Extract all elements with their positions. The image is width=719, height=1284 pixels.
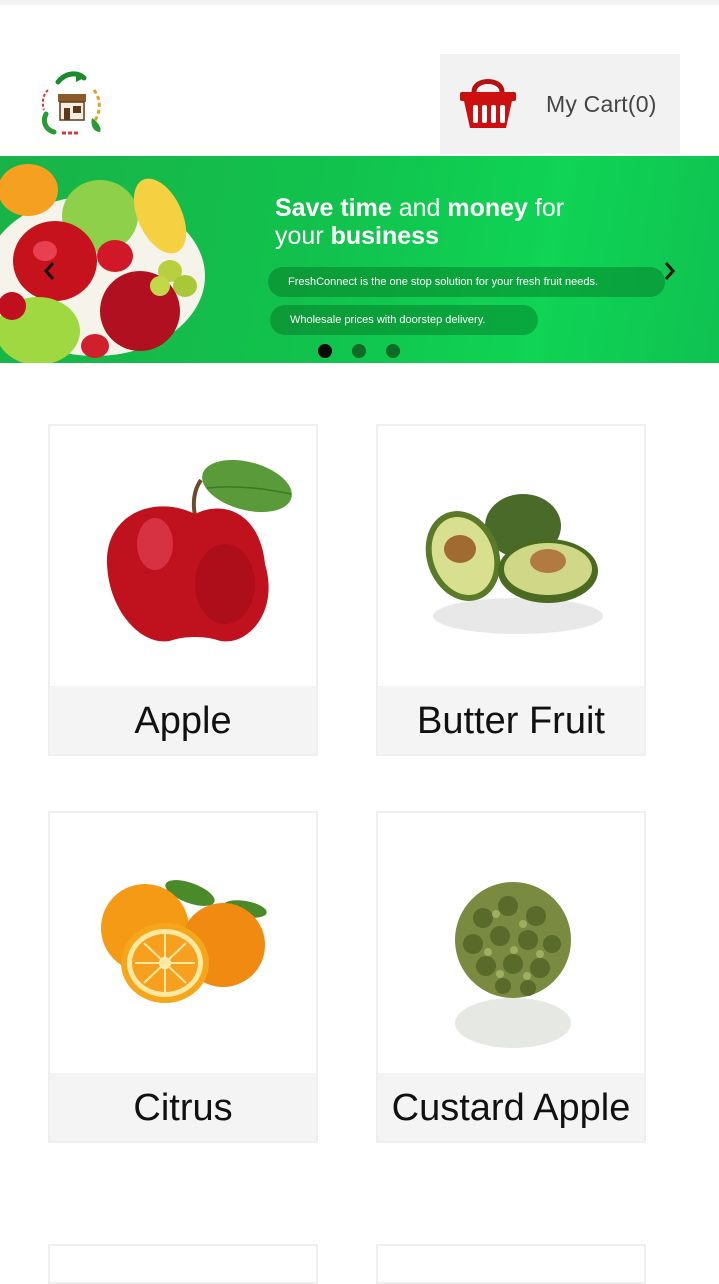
product-card-apple[interactable]: Apple — [48, 424, 318, 756]
promo-banner[interactable]: Save time and money for your business Fr… — [0, 156, 719, 363]
carousel-dot-3[interactable] — [386, 344, 400, 358]
product-card-citrus[interactable]: Citrus — [48, 811, 318, 1143]
banner-tagline-1: FreshConnect is the one stop solution fo… — [268, 267, 665, 297]
apple-icon — [50, 426, 316, 686]
banner-tagline-2: Wholesale prices with doorstep delivery. — [270, 305, 538, 335]
product-name: Citrus — [50, 1073, 316, 1141]
banner-headline: Save time and money for your business — [275, 194, 565, 250]
product-card-custard-apple[interactable]: Custard Apple — [376, 811, 646, 1143]
cart-label: My Cart(0) — [546, 90, 657, 117]
basket-icon — [458, 72, 518, 137]
product-name: Apple — [50, 686, 316, 754]
orange-icon — [50, 813, 316, 1073]
product-name: Custard Apple — [378, 1073, 644, 1141]
chevron-left-icon[interactable] — [42, 259, 56, 283]
store-logo-icon[interactable] — [36, 70, 108, 136]
carousel-dots — [318, 344, 400, 358]
product-card[interactable] — [376, 1244, 646, 1284]
chevron-right-icon[interactable] — [663, 259, 677, 283]
product-name: Butter Fruit — [378, 686, 644, 754]
status-strip — [0, 0, 719, 5]
carousel-dot-1[interactable] — [318, 344, 332, 358]
carousel-dot-2[interactable] — [352, 344, 366, 358]
fruit-bowl-image — [0, 164, 205, 363]
custard-apple-icon — [378, 813, 644, 1073]
avocado-icon — [378, 426, 644, 686]
product-card[interactable] — [48, 1244, 318, 1284]
cart-button[interactable]: My Cart(0) — [440, 54, 680, 154]
product-card-butter-fruit[interactable]: Butter Fruit — [376, 424, 646, 756]
